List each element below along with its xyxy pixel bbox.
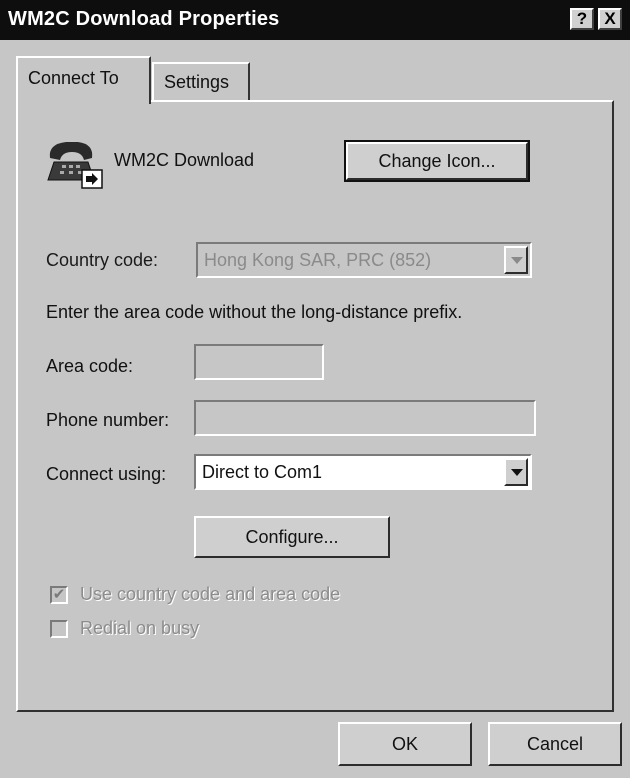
redial-on-busy-label: Redial on busy: [80, 618, 200, 638]
country-code-label: Country code:: [46, 250, 159, 270]
configure-button[interactable]: Configure...: [194, 516, 390, 558]
configure-button-label: Configure...: [245, 527, 339, 547]
use-country-code-label: Use country code and area code: [80, 584, 341, 604]
phone-number-label: Phone number:: [46, 410, 170, 430]
tab-connect-to[interactable]: Connect To: [16, 56, 151, 104]
tab-connect-to-label: Connect To: [28, 68, 119, 88]
ok-button[interactable]: OK: [338, 722, 472, 766]
redial-on-busy-checkbox[interactable]: [50, 620, 68, 638]
change-icon-button-label: Change Icon...: [378, 151, 496, 171]
area-code-instruction: Enter the area code without the long-dis…: [46, 302, 463, 322]
close-button[interactable]: X: [598, 8, 622, 30]
connect-to-panel: WM2C Download Change Icon... Country cod…: [16, 100, 614, 712]
use-country-code-checkbox[interactable]: ✔: [50, 586, 68, 604]
window-title: WM2C Download Properties: [8, 8, 280, 30]
country-code-value: Hong Kong SAR, PRC (852): [204, 250, 432, 270]
help-button[interactable]: ?: [570, 8, 594, 30]
properties-dialog: WM2C Download Properties ? X Connect To …: [0, 0, 630, 778]
connect-using-label: Connect using:: [46, 464, 167, 484]
change-icon-button[interactable]: Change Icon...: [344, 140, 530, 182]
ok-button-label: OK: [391, 734, 418, 754]
connection-name: WM2C Download: [114, 150, 255, 170]
telephone-icon: [47, 142, 103, 189]
phone-number-input[interactable]: [194, 400, 536, 436]
connect-using-value: Direct to Com1: [202, 462, 323, 482]
country-code-select[interactable]: Hong Kong SAR, PRC (852): [196, 242, 532, 278]
cancel-button-label: Cancel: [526, 734, 584, 754]
cancel-button[interactable]: Cancel: [488, 722, 622, 766]
connect-using-dropdown-arrow-icon[interactable]: [504, 458, 528, 486]
country-dropdown-arrow-icon[interactable]: [504, 246, 528, 274]
title-bar[interactable]: WM2C Download Properties ? X: [0, 0, 630, 40]
area-code-label: Area code:: [46, 356, 134, 376]
connect-using-select[interactable]: Direct to Com1: [194, 454, 532, 490]
area-code-input[interactable]: [194, 344, 324, 380]
tab-settings[interactable]: Settings: [152, 62, 250, 102]
tab-settings-label: Settings: [164, 72, 230, 92]
